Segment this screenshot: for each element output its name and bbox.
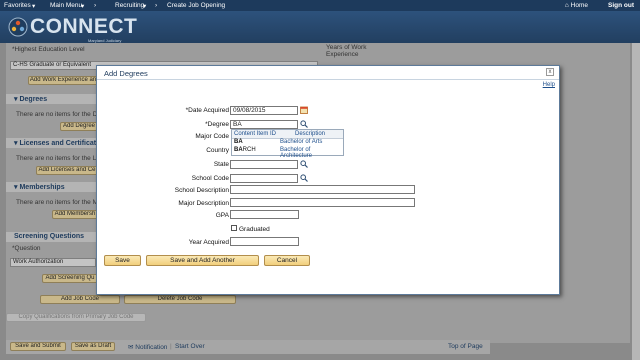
add-work-experience-button[interactable]: Add Work Experience an [28, 76, 98, 85]
logo-text: CONNECT [30, 15, 138, 38]
add-degree-button[interactable]: Add Degree [60, 122, 98, 131]
breadcrumb-create-job-opening[interactable]: Create Job Opening [167, 2, 225, 9]
save-as-draft-button[interactable]: Save as Draft [71, 342, 115, 351]
content-item-id-header: Content Item ID [234, 131, 277, 137]
main-menu[interactable]: Main Menu [50, 2, 82, 9]
add-job-code-button[interactable]: Add Job Code [40, 295, 120, 304]
copy-qualifications-button[interactable]: Copy Qualifications from Primary Job Cod… [6, 313, 146, 322]
major-code-label: Major Code [195, 133, 229, 140]
country-label: Country [206, 147, 229, 154]
dialog-title: Add Degrees [97, 66, 559, 80]
dropdown-option[interactable]: BARCH Bachelor of Architecture [232, 147, 343, 159]
year-acquired-label: Year Acquired [188, 239, 229, 246]
degree-label: *Degree [205, 121, 229, 128]
help-link[interactable]: Help [543, 82, 555, 88]
connect-logo-icon [8, 17, 28, 37]
question-label: *Question [12, 245, 41, 252]
degree-input[interactable]: BA [230, 120, 298, 129]
search-icon[interactable] [300, 174, 308, 182]
main-menu-chevron-icon[interactable]: ▾ [81, 2, 84, 10]
years-of-work-label: Years of Work Experience [326, 44, 367, 58]
cancel-button[interactable]: Cancel [264, 255, 310, 266]
add-degrees-dialog: Add Degrees x Help *Date Acquired 09/08/… [96, 65, 560, 295]
degree-autocomplete-dropdown: Content Item ID Description BA Bachelor … [231, 129, 344, 159]
top-nav-bar: Favorites ▾ Main Menu ▾ › Recruiting ▾ ›… [0, 0, 640, 11]
degrees-empty-text: There are no items for the De [16, 111, 101, 118]
date-acquired-label: *Date Acquired [185, 107, 229, 114]
screening-header-label: Screening Questions [14, 233, 85, 240]
state-label: State [213, 161, 229, 168]
save-button[interactable]: Save [104, 255, 141, 266]
home-link[interactable]: ⌂ Home [565, 2, 588, 9]
close-icon[interactable]: x [546, 68, 554, 76]
breadcrumb-recruiting[interactable]: Recruiting [115, 2, 144, 9]
school-description-input[interactable] [230, 185, 415, 194]
app-header: CONNECT Maryland Judiciary [0, 11, 640, 43]
search-icon[interactable] [300, 160, 308, 168]
start-over-link[interactable]: Start Over [175, 343, 205, 350]
save-and-add-another-button[interactable]: Save and Add Another [146, 255, 259, 266]
favorites-menu[interactable]: Favorites [4, 2, 31, 9]
description-header: Description [295, 131, 326, 137]
recruiting-chevron-icon[interactable]: ▾ [143, 2, 146, 10]
option-description: Bachelor of Arts [280, 139, 323, 145]
top-of-page-link[interactable]: Top of Page [448, 343, 483, 350]
signout-link[interactable]: Sign out [608, 2, 634, 9]
licenses-empty-text: There are no items for the Lic [16, 155, 101, 162]
memberships-header-label: Memberships [19, 184, 65, 191]
major-description-input[interactable] [230, 198, 415, 207]
state-input[interactable] [230, 160, 298, 169]
school-code-input[interactable] [230, 174, 298, 183]
add-membership-button[interactable]: Add Membersh [52, 210, 98, 219]
breadcrumb-separator-icon: › [94, 2, 97, 9]
page-scrollbar[interactable] [632, 43, 640, 360]
dropdown-option[interactable]: BA Bachelor of Arts [232, 139, 343, 147]
question-select[interactable]: Work Authorization [10, 258, 96, 267]
year-acquired-input[interactable] [230, 237, 299, 246]
favorites-chevron-icon[interactable]: ▾ [32, 2, 35, 10]
graduated-label: Graduated [239, 226, 270, 233]
add-licenses-button[interactable]: Add Licenses and Ce [36, 166, 98, 175]
save-and-submit-button[interactable]: Save and Submit [10, 342, 66, 351]
gpa-label: GPA [215, 212, 229, 219]
calendar-icon[interactable] [300, 106, 308, 114]
add-screening-question-button[interactable]: Add Screening Qu [42, 274, 98, 283]
gpa-input[interactable] [230, 210, 299, 219]
school-code-label: School Code [191, 175, 229, 182]
home-label: Home [570, 2, 588, 9]
memberships-empty-text: There are no items for the Me [16, 199, 102, 206]
highest-education-label: *Highest Education Level [12, 46, 85, 53]
option-code: BA [234, 139, 243, 145]
option-code: BARCH [234, 147, 256, 153]
option-description: Bachelor of Architecture [280, 147, 313, 159]
notification-label: Notification [135, 344, 168, 351]
breadcrumb-separator-icon: › [155, 2, 158, 9]
delete-job-code-button[interactable]: Delete Job Code [124, 295, 236, 304]
school-description-label: School Description [174, 187, 229, 194]
major-description-label: Major Description [178, 200, 229, 207]
licenses-header-label: Licenses and Certificat [19, 140, 97, 147]
graduated-checkbox[interactable] [231, 225, 237, 231]
dropdown-header: Content Item ID Description [232, 130, 343, 139]
date-acquired-input[interactable]: 09/08/2015 [230, 106, 298, 115]
degrees-header-label: Degrees [19, 96, 48, 103]
link-separator: | [170, 343, 172, 350]
notification-link[interactable]: ✉ Notification [128, 343, 167, 351]
search-icon[interactable] [300, 120, 308, 128]
